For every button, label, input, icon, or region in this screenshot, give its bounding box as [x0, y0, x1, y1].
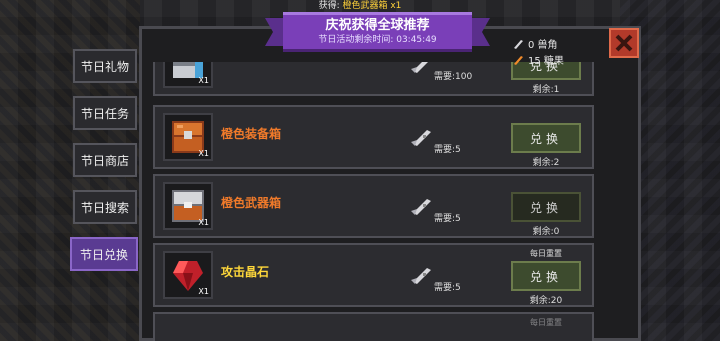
item-remaining: 剩余:20 [529, 296, 563, 306]
horn-count: 0 兽角 [528, 40, 558, 51]
toast-item: 橙色武器箱 x1 [342, 1, 402, 11]
item-remaining: 剩余:0 [532, 227, 560, 237]
daily-reset-label: 每日重置 [530, 249, 562, 258]
item-quantity: X1 [198, 149, 209, 158]
item-slot: X1 [163, 182, 213, 230]
list-item: X1 橙色武器箱 需要:5 兑换 剩余:0 [153, 174, 594, 238]
item-slot: X1 [163, 62, 213, 88]
horn-icon [411, 268, 431, 284]
horn-icon [411, 199, 431, 215]
tab-label: 节日礼物 [80, 59, 129, 74]
exchange-button[interactable]: 兑换 [511, 261, 581, 291]
toast-prefix: 获得: [318, 1, 343, 11]
close-icon [615, 34, 633, 52]
item-slot: X1 [163, 251, 213, 299]
tab-holiday-exchange[interactable]: 节日兑换 [70, 237, 138, 271]
horn-icon [514, 39, 523, 49]
daily-reset-label: 每日重置 [530, 318, 562, 327]
tab-holiday-search[interactable]: 节日搜索 [73, 190, 137, 224]
item-name: 橙色装备箱 [221, 127, 282, 141]
item-cost: 需要:5 [434, 283, 461, 293]
event-timer: 节日活动剩余时间: 03:45:49 [318, 35, 437, 45]
tab-label: 节日商店 [80, 153, 129, 168]
banner-title: 庆祝获得全球推荐 [325, 18, 430, 33]
candy-count: 15 糖果 [528, 56, 564, 67]
resource-horn: 0 兽角 [512, 36, 558, 51]
item-remaining: 剩余:1 [532, 85, 560, 95]
item-name: 橙色武器箱 [221, 196, 282, 210]
item-cost: 需要:5 [434, 214, 461, 224]
exchange-button[interactable]: 兑换 [511, 192, 581, 222]
item-quantity: X1 [198, 76, 209, 85]
list-item: X1 需要:100 兑换 剩余:1 [153, 62, 594, 96]
close-button[interactable] [609, 28, 639, 58]
item-remaining: 剩余:2 [532, 158, 560, 168]
item-quantity: X1 [198, 218, 209, 227]
resource-candy: 15 糖果 [512, 52, 564, 67]
item-quantity: X1 [198, 287, 209, 296]
list-item: X1 攻击晶石 每日重置 需要:5 兑换 剩余:20 [153, 243, 594, 307]
horn-icon [411, 62, 428, 73]
exchange-button[interactable]: 兑换 [511, 123, 581, 153]
reward-toast: 获得: 橙色武器箱 x1 [0, 0, 720, 12]
candy-icon [514, 55, 523, 65]
item-name: 攻击晶石 [221, 265, 270, 279]
list-item: 每日重置 [153, 312, 594, 341]
horn-icon [411, 130, 431, 146]
item-slot: X1 [163, 113, 213, 161]
tab-holiday-shop[interactable]: 节日商店 [73, 143, 137, 177]
tab-holiday-tasks[interactable]: 节日任务 [73, 96, 137, 130]
tab-label: 节日兑换 [79, 247, 128, 262]
item-cost: 需要:5 [434, 145, 461, 155]
list-item: X1 橙色装备箱 需要:5 兑换 剩余:2 [153, 105, 594, 169]
tab-holiday-gift[interactable]: 节日礼物 [73, 49, 137, 83]
tab-label: 节日搜索 [80, 200, 129, 215]
tab-label: 节日任务 [80, 106, 129, 121]
item-cost: 需要:100 [434, 72, 473, 82]
item-list[interactable]: X1 需要:100 兑换 剩余:1 X1 橙色装备箱 需要:5 兑换 剩余:2 [153, 62, 594, 341]
